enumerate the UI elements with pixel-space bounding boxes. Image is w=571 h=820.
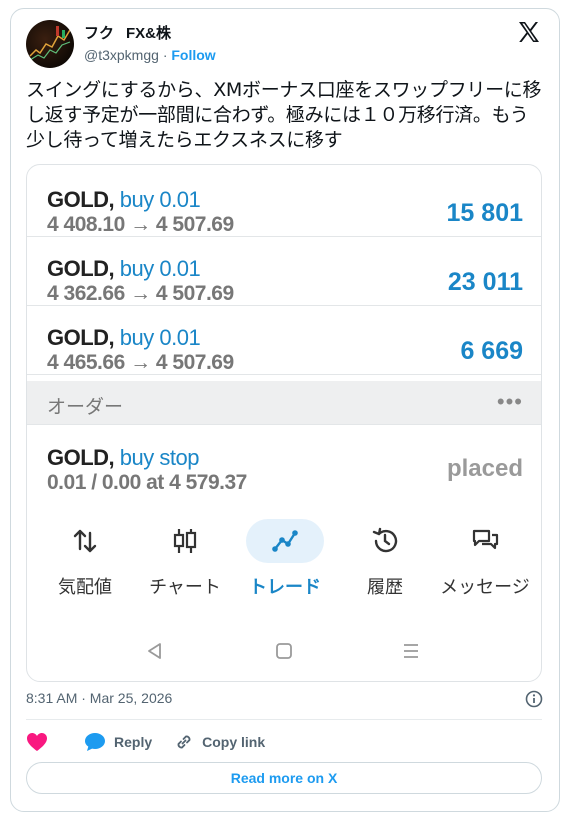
- order-detail: 0.01 / 0.00 at 4 579.37: [47, 471, 247, 494]
- swap-arrows-icon: [73, 529, 97, 553]
- reply-button[interactable]: Reply: [84, 732, 152, 752]
- avatar[interactable]: [26, 20, 74, 68]
- info-icon[interactable]: [525, 690, 543, 708]
- price-range: 4 465.66 → 4 507.69: [47, 351, 234, 374]
- embedded-screenshot[interactable]: GOLD, buy 0.01 4 408.10 → 4 507.69 15 80…: [26, 164, 542, 682]
- position-symbol: GOLD, buy 0.01: [47, 325, 201, 351]
- nav-chart[interactable]: チャート: [135, 517, 235, 607]
- candlestick-icon: [173, 529, 197, 553]
- history-icon: [372, 527, 398, 553]
- nav-history[interactable]: 履歴: [335, 517, 435, 607]
- author-name[interactable]: フク FX&株: [84, 22, 171, 43]
- position-row[interactable]: GOLD, buy 0.01 4 362.66 → 4 507.69 23 01…: [27, 238, 541, 306]
- order-row[interactable]: GOLD, buy stop 0.01 / 0.00 at 4 579.37 p…: [27, 427, 541, 501]
- more-options-icon[interactable]: •••: [497, 389, 523, 415]
- author-handle[interactable]: @t3xpkmgg: [84, 47, 159, 63]
- divider: [26, 719, 542, 720]
- display-name-part1: フク: [84, 25, 115, 42]
- side-label: buy 0.01: [119, 325, 201, 350]
- orders-label: オーダー: [47, 396, 124, 418]
- x-logo-icon[interactable]: [517, 20, 541, 44]
- symbol-label: GOLD,: [47, 445, 115, 470]
- symbol-label: GOLD,: [47, 187, 115, 212]
- follow-button[interactable]: Follow: [171, 47, 215, 63]
- back-icon[interactable]: [145, 641, 165, 661]
- separator: ·: [162, 47, 168, 63]
- nav-label: トレード: [249, 577, 321, 598]
- position-row[interactable]: GOLD, buy 0.01 4 465.66 → 4 507.69 6 669: [27, 307, 541, 375]
- reply-bubble-icon: [85, 733, 105, 751]
- nav-quotes[interactable]: 気配値: [35, 517, 135, 607]
- price-range: 4 408.10 → 4 507.69: [47, 213, 234, 236]
- profit-value: 15 801: [446, 199, 523, 227]
- nav-label: チャート: [149, 577, 221, 598]
- side-label: buy 0.01: [119, 256, 201, 281]
- order-status: placed: [446, 455, 523, 482]
- side-label: buy stop: [119, 445, 200, 470]
- link-icon: [177, 735, 191, 749]
- nav-messages[interactable]: メッセージ: [435, 517, 535, 607]
- side-label: buy 0.01: [119, 187, 201, 212]
- profit-value: 23 011: [447, 268, 523, 296]
- display-name-part2: FX&株: [126, 25, 172, 42]
- symbol-label: GOLD,: [47, 325, 115, 350]
- copy-link-button[interactable]: Copy link: [174, 732, 265, 752]
- nav-label: 履歴: [367, 577, 403, 598]
- heart-icon: [27, 733, 47, 751]
- bottom-navigation: 気配値 チャート トレード 履歴 メッセージ: [27, 517, 541, 607]
- price-range: 4 362.66 → 4 507.69: [47, 282, 234, 305]
- action-bar: Reply Copy link: [26, 730, 287, 754]
- read-more-button[interactable]: Read more on X: [26, 762, 542, 794]
- handle-row: @t3xpkmgg · Follow: [84, 47, 216, 63]
- like-button[interactable]: [26, 732, 48, 752]
- position-row[interactable]: GOLD, buy 0.01 4 408.10 → 4 507.69 15 80…: [27, 169, 541, 237]
- chat-icon: [472, 529, 499, 550]
- android-system-bar: [27, 631, 541, 671]
- nav-label: 気配値: [58, 577, 112, 598]
- order-symbol: GOLD, buy stop: [47, 445, 199, 471]
- position-symbol: GOLD, buy 0.01: [47, 187, 201, 213]
- timestamp[interactable]: 8:31 AM · Mar 25, 2026: [26, 690, 172, 706]
- nav-trade[interactable]: トレード: [235, 517, 335, 607]
- reply-label: Reply: [114, 734, 153, 750]
- orders-section-header: オーダー •••: [27, 381, 541, 425]
- home-icon[interactable]: [274, 641, 294, 661]
- position-symbol: GOLD, buy 0.01: [47, 256, 201, 282]
- tweet-text: スイングにするから、XMボーナス口座をスワップフリーに移し返す予定が一部間に合わ…: [26, 79, 542, 151]
- recents-icon[interactable]: [401, 641, 421, 661]
- trend-line-icon: [272, 530, 298, 552]
- symbol-label: GOLD,: [47, 256, 115, 281]
- copy-link-label: Copy link: [202, 734, 266, 750]
- nav-label: メッセージ: [440, 577, 530, 598]
- profit-value: 6 669: [460, 337, 523, 365]
